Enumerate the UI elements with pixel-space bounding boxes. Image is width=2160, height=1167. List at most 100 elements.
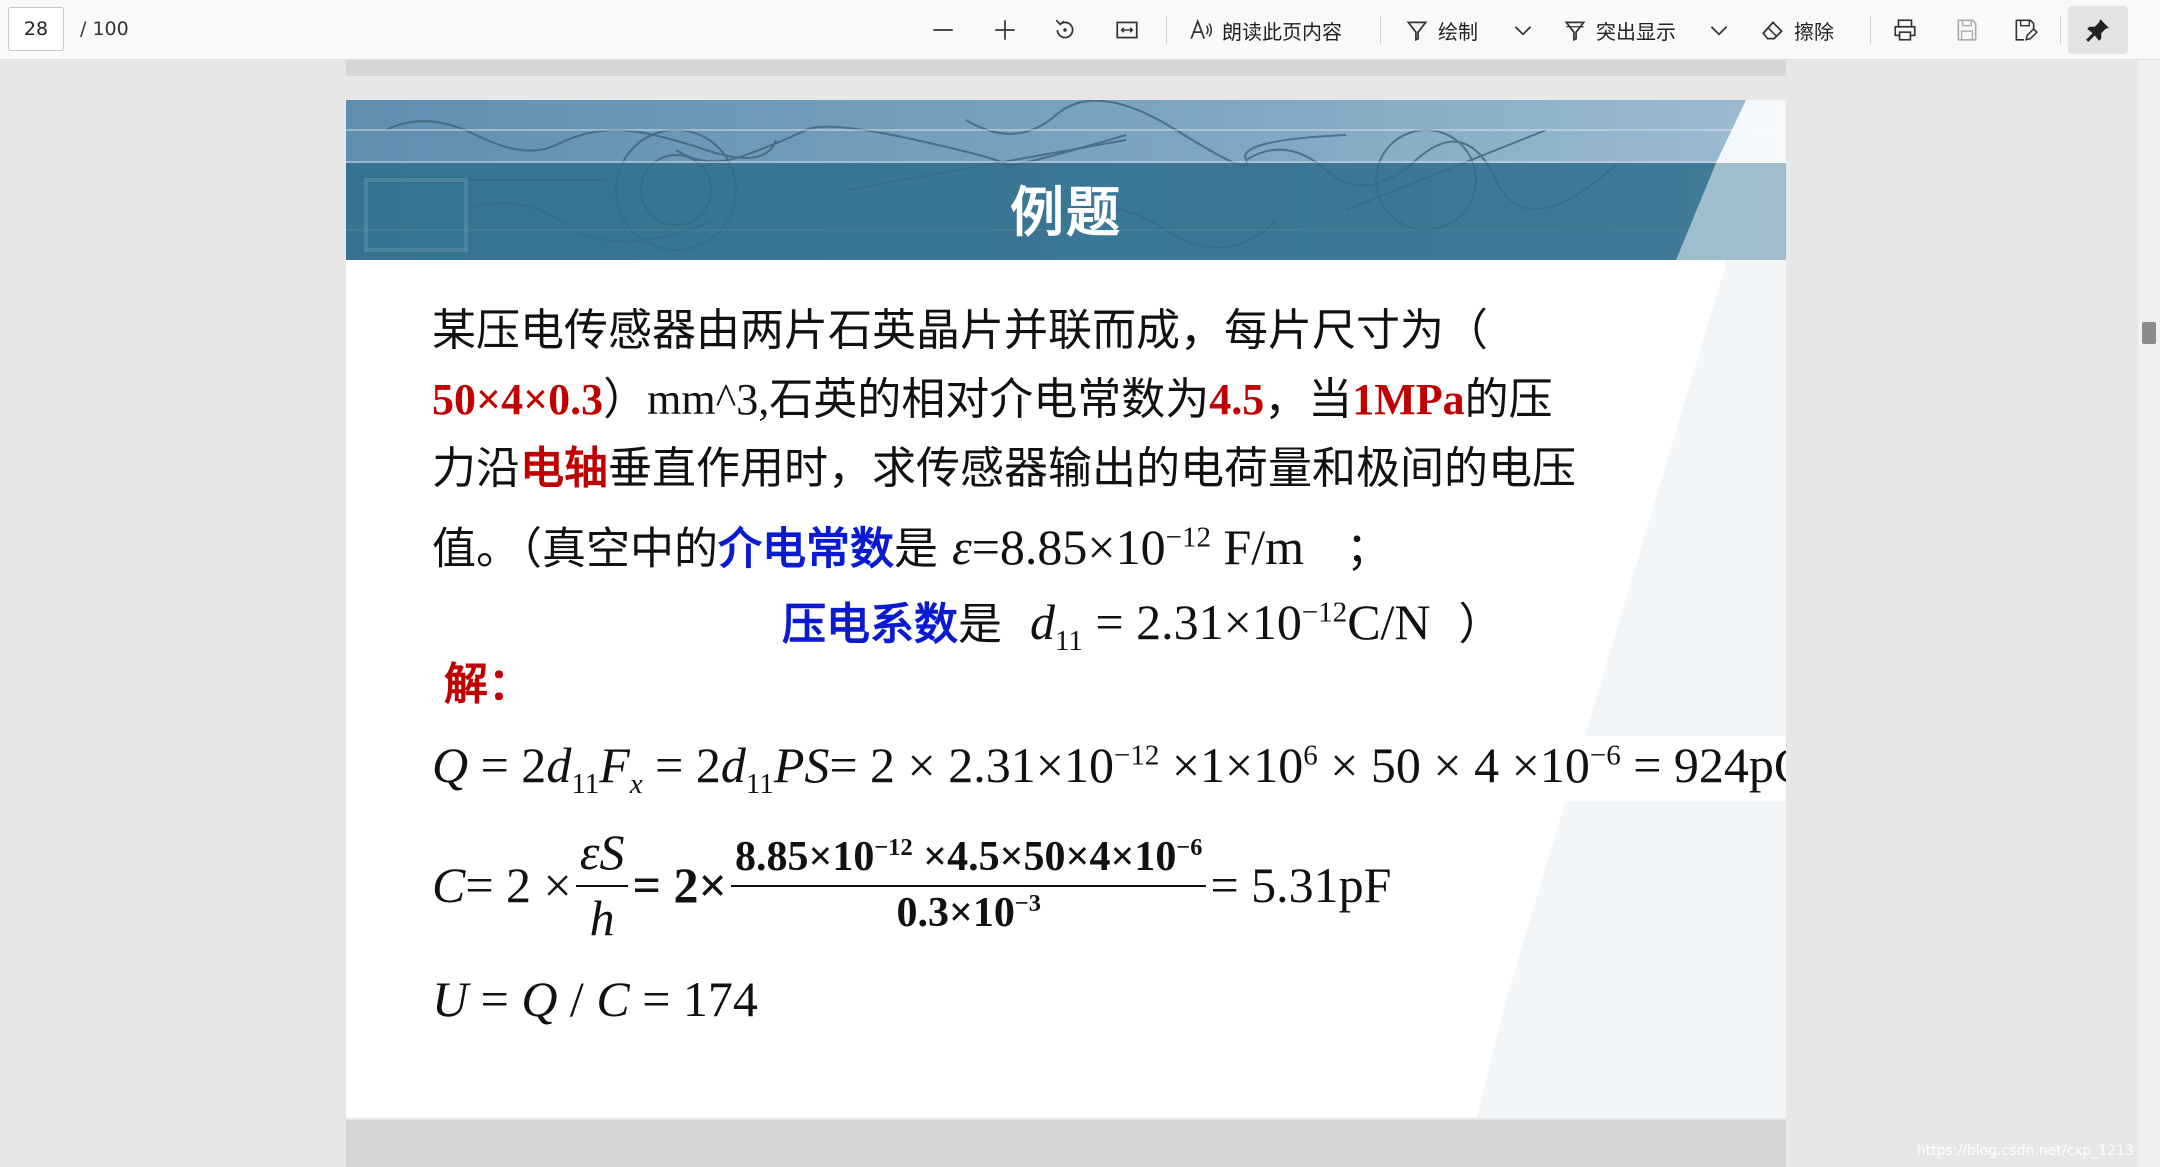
draw-button[interactable]: 绘制 xyxy=(1404,9,1478,51)
read-aloud-label: 朗读此页内容 xyxy=(1222,19,1342,44)
exponent: −12 xyxy=(874,834,913,861)
capacitance-equation: C = 2 × εS h = 2× 8.85×10−12 ×4.5×50×4×10… xyxy=(432,822,1392,948)
numerator: εS xyxy=(579,824,625,880)
pin-icon xyxy=(2086,19,2109,42)
voltage-equation: U = Q / C = 174 xyxy=(432,970,758,1028)
subscript: x xyxy=(629,768,643,800)
subscript: 11 xyxy=(571,768,600,800)
fraction: 8.85×10−12 ×4.5×50×4×10−6 0.3×10−3 xyxy=(730,833,1207,937)
d-symbol: d xyxy=(1029,594,1055,650)
rotate-icon xyxy=(1055,19,1074,39)
fraction: εS h xyxy=(575,823,629,947)
charge-equation: Q = 2d11Fx = 2d11PS= 2 × 2.31×10−12 ×1×1… xyxy=(432,736,1786,801)
print-button[interactable] xyxy=(1892,9,1918,51)
vertical-scrollbar[interactable] xyxy=(2138,60,2160,1167)
highlight-label: 突出显示 xyxy=(1596,19,1676,44)
save-as-button[interactable] xyxy=(2012,9,2038,51)
scrollbar-thumb[interactable] xyxy=(2142,322,2156,344)
highlight-button[interactable]: 突出显示 xyxy=(1562,9,1676,51)
epsilon-symbol: ε xyxy=(952,518,972,575)
eq-text: = xyxy=(468,971,522,1027)
erase-button[interactable]: 擦除 xyxy=(1760,9,1834,51)
eq-text: = 2 xyxy=(642,737,721,793)
exponent: −12 xyxy=(1113,739,1160,772)
print-icon xyxy=(1894,19,1916,41)
page-number-input[interactable]: 28 xyxy=(8,7,64,51)
read-aloud-button[interactable]: 朗读此页内容 xyxy=(1188,9,1342,51)
exponent: 6 xyxy=(1303,739,1318,772)
eq-text: × 50 × 4 ×10 xyxy=(1317,737,1590,793)
eq-symbol: C xyxy=(596,971,630,1027)
zoom-out-button[interactable] xyxy=(930,9,956,51)
eq-symbol: C xyxy=(432,857,466,913)
text-run: 的压 xyxy=(1464,374,1553,425)
previous-page-edge xyxy=(346,60,1786,76)
eq-symbol: Q xyxy=(521,971,558,1027)
text-run: 石英的相对介电常数为 xyxy=(769,374,1210,425)
pdf-page: 例题 某压电传感器由两片石英晶片并联而成，每片尺寸为（ 50×4×0.3）mm^… xyxy=(346,100,1786,1118)
pressure-value: 1MPa xyxy=(1352,375,1465,424)
exponent: −6 xyxy=(1589,739,1621,772)
formula-text: =8.85×10 xyxy=(971,518,1166,575)
toolbar-divider xyxy=(1870,16,1871,44)
exponent: −12 xyxy=(1301,596,1348,629)
vacuum-permittivity-formula: ε=8.85×10−12 F/m xyxy=(952,519,1304,575)
relative-permittivity-value: 4.5 xyxy=(1209,375,1265,424)
problem-line-4: 值。（真空中的介电常数是 ε=8.85×10−12 F/m ； xyxy=(432,503,1732,584)
eq-text: / xyxy=(557,971,597,1027)
eq-result: = 924pC xyxy=(1633,737,1786,793)
watermark: https://blog.csdn.net/cxp_1213 xyxy=(1916,1143,2134,1159)
text-run: ） xyxy=(1458,599,1503,650)
text-run: 某压电传感器由两片石英晶片并联而成，每片尺寸为（ xyxy=(432,305,1488,356)
eq-symbol: PS xyxy=(773,737,830,793)
problem-line-2: 50×4×0.3）mm^3,石英的相对介电常数为4.5，当1MPa的压 xyxy=(432,365,1732,434)
text-run: 是 xyxy=(894,523,938,575)
text-run: 是 xyxy=(958,599,1002,650)
zoom-in-button[interactable] xyxy=(992,9,1018,51)
text-run: ，当 xyxy=(1264,374,1353,425)
piezo-coefficient-line: 压电系数是 d11 = 2.31×10−12C/N ） xyxy=(782,588,1503,658)
draw-options-dropdown[interactable] xyxy=(1510,9,1536,51)
save-as-icon xyxy=(2015,19,2038,41)
slide-title: 例题 xyxy=(1010,180,1122,244)
erase-label: 擦除 xyxy=(1794,19,1834,44)
eraser-icon xyxy=(1762,21,1783,40)
eq-text: ×1×10 xyxy=(1159,737,1304,793)
eq-symbol: F xyxy=(599,737,630,793)
eq-text: = 2 × xyxy=(465,857,572,913)
eq-text: = 2× xyxy=(632,857,727,913)
toolbar-divider xyxy=(2060,16,2061,44)
dielectric-constant-term: 介电常数 xyxy=(718,523,894,575)
subscript: 11 xyxy=(1054,625,1083,657)
toolbar-divider xyxy=(1166,16,1167,44)
subscript: 11 xyxy=(745,768,774,800)
exponent: −3 xyxy=(1014,890,1041,917)
eq-result: = 5.31pF xyxy=(1210,857,1392,913)
eq-text: = 2 × 2.31×10 xyxy=(829,737,1114,793)
fit-width-icon xyxy=(1116,21,1138,39)
eq-symbol: d xyxy=(720,737,746,793)
fit-width-button[interactable] xyxy=(1114,9,1140,51)
text-run: 值。（真空中的 xyxy=(432,523,718,575)
piezo-coefficient-term: 压电系数 xyxy=(782,599,958,650)
text-run: ； xyxy=(1346,523,1391,575)
formula-unit: C/N xyxy=(1347,594,1431,650)
denominator: h xyxy=(589,890,615,946)
pin-toolbar-button[interactable] xyxy=(2068,6,2128,54)
highlighter-icon xyxy=(1564,21,1586,42)
pdf-toolbar: 28 / 100 朗读此页内容 绘制 突出显示 擦除 xyxy=(0,0,2160,60)
numerator: 8.85×10 xyxy=(734,834,875,880)
denominator: 0.3×10 xyxy=(896,890,1015,936)
chevron-down-icon xyxy=(1710,26,1728,36)
rotate-button[interactable] xyxy=(1052,9,1078,51)
electric-axis-term: 电轴 xyxy=(520,443,608,494)
save-icon xyxy=(1957,19,1977,41)
highlight-options-dropdown[interactable] xyxy=(1706,9,1732,51)
problem-text: 某压电传感器由两片石英晶片并联而成，每片尺寸为（ 50×4×0.3）mm^3,石… xyxy=(432,296,1732,584)
eq-text: = 2 xyxy=(468,737,547,793)
text-run: 垂直作用时，求传感器输出的电荷量和极间的电压 xyxy=(608,443,1576,494)
save-button[interactable] xyxy=(1954,9,1980,51)
problem-line-1: 某压电传感器由两片石英晶片并联而成，每片尺寸为（ xyxy=(432,296,1732,365)
problem-line-3: 力沿电轴垂直作用时，求传感器输出的电荷量和极间的电压 xyxy=(432,434,1732,503)
chevron-down-icon xyxy=(1514,26,1532,36)
